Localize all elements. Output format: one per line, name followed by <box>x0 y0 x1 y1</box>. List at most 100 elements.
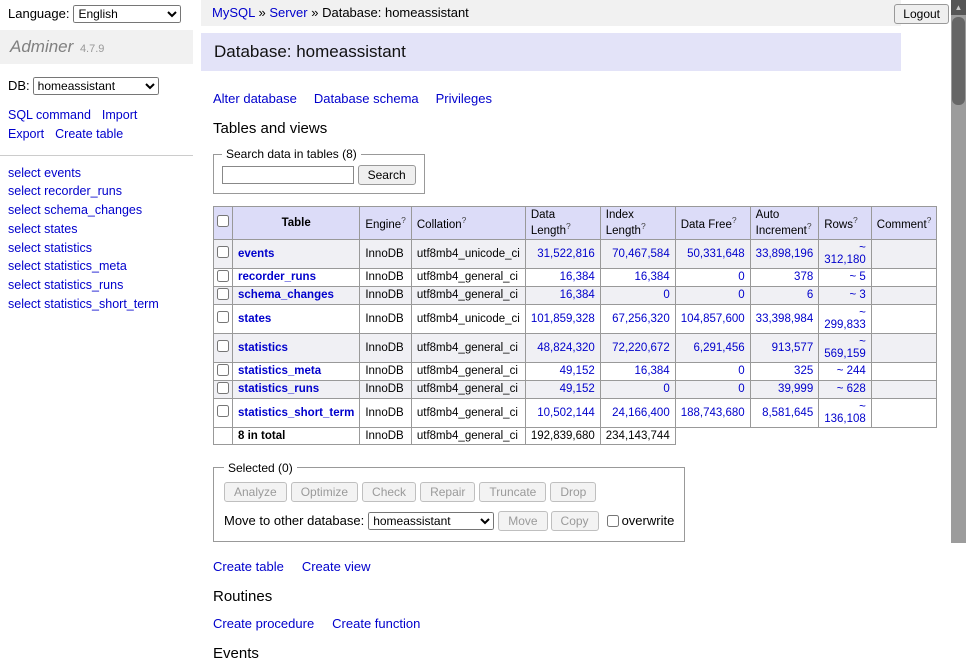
row-checkbox[interactable] <box>217 246 229 258</box>
row-checkbox[interactable] <box>217 382 229 394</box>
cell-data-length-link[interactable]: 10,502,144 <box>537 407 595 419</box>
nav-alter-database[interactable]: Alter database <box>213 91 297 106</box>
row-checkbox[interactable] <box>217 270 229 282</box>
row-checkbox[interactable] <box>217 288 229 300</box>
cell-auto-increment-link[interactable]: 8,581,645 <box>762 407 813 419</box>
cell-data-length-link[interactable]: 48,824,320 <box>537 342 595 354</box>
check-button[interactable]: Check <box>362 482 416 502</box>
cell-rows-link[interactable]: ~ 299,833 <box>824 307 866 331</box>
sidebar-link-select-statistics-runs[interactable]: select statistics_runs <box>8 276 185 295</box>
sidebar-link-select-statistics-meta[interactable]: select statistics_meta <box>8 257 185 276</box>
row-checkbox[interactable] <box>217 405 229 417</box>
cell-data-length-link[interactable]: 101,859,328 <box>531 313 595 325</box>
table-link-states[interactable]: states <box>238 313 271 325</box>
help-icon[interactable]: ? <box>853 215 858 225</box>
row-checkbox[interactable] <box>217 364 229 376</box>
cell-index-length-link[interactable]: 0 <box>663 289 669 301</box>
breadcrumb-server[interactable]: Server <box>269 5 307 20</box>
table-link-statistics-short-term[interactable]: statistics_short_term <box>238 407 354 419</box>
cell-auto-increment-link[interactable]: 39,999 <box>778 383 813 395</box>
cell-data-length-link[interactable]: 16,384 <box>560 271 595 283</box>
move-button[interactable]: Move <box>498 511 547 531</box>
cell-index-length-link[interactable]: 16,384 <box>635 271 670 283</box>
cell-index-length-link[interactable]: 24,166,400 <box>612 407 670 419</box>
sidebar-action-create-table[interactable]: Create table <box>55 127 123 141</box>
cell-auto-increment-link[interactable]: 913,577 <box>772 342 814 354</box>
link-create-table[interactable]: Create table <box>213 559 284 574</box>
analyze-button[interactable]: Analyze <box>224 482 287 502</box>
cell-data-length-link[interactable]: 16,384 <box>560 289 595 301</box>
cell-rows-link[interactable]: ~ 3 <box>849 289 865 301</box>
sidebar-link-select-statistics[interactable]: select statistics <box>8 239 185 258</box>
cell-data-free-link[interactable]: 0 <box>738 289 744 301</box>
row-checkbox[interactable] <box>217 311 229 323</box>
cell-auto-increment-link[interactable]: 378 <box>794 271 813 283</box>
move-db-select[interactable]: homeassistant <box>368 512 494 530</box>
cell-index-length-link[interactable]: 16,384 <box>635 365 670 377</box>
truncate-button[interactable]: Truncate <box>479 482 546 502</box>
cell-auto-increment-link[interactable]: 33,898,196 <box>756 248 814 260</box>
repair-button[interactable]: Repair <box>420 482 475 502</box>
cell-data-free-link[interactable]: 6,291,456 <box>694 342 745 354</box>
help-icon[interactable]: ? <box>807 221 812 231</box>
cell-index-length-link[interactable]: 72,220,672 <box>612 342 670 354</box>
cell-data-free-link[interactable]: 104,857,600 <box>681 313 745 325</box>
search-button[interactable]: Search <box>358 165 416 185</box>
cell-rows-link[interactable]: ~ 628 <box>837 383 866 395</box>
cell-auto-increment-link[interactable]: 33,398,984 <box>756 313 814 325</box>
overwrite-checkbox[interactable] <box>607 515 619 527</box>
cell-data-length-link[interactable]: 49,152 <box>560 365 595 377</box>
cell-rows-link[interactable]: ~ 312,180 <box>824 242 866 266</box>
cell-rows-link[interactable]: ~ 244 <box>837 365 866 377</box>
optimize-button[interactable]: Optimize <box>291 482 358 502</box>
help-icon[interactable]: ? <box>641 221 646 231</box>
cell-data-length-link[interactable]: 31,522,816 <box>537 248 595 260</box>
help-icon[interactable]: ? <box>401 215 406 225</box>
cell-rows-link[interactable]: ~ 5 <box>849 271 865 283</box>
sidebar-action-export[interactable]: Export <box>8 127 44 141</box>
link-create-procedure[interactable]: Create procedure <box>213 616 314 631</box>
table-link-statistics-meta[interactable]: statistics_meta <box>238 365 321 377</box>
table-link-statistics[interactable]: statistics <box>238 342 288 354</box>
cell-auto-increment-link[interactable]: 325 <box>794 365 813 377</box>
cell-data-free-link[interactable]: 0 <box>738 365 744 377</box>
link-create-function[interactable]: Create function <box>332 616 420 631</box>
cell-data-free-link[interactable]: 188,743,680 <box>681 407 745 419</box>
cell-index-length-link[interactable]: 0 <box>663 383 669 395</box>
help-icon[interactable]: ? <box>732 215 737 225</box>
cell-index-length-link[interactable]: 67,256,320 <box>612 313 670 325</box>
sidebar-link-select-events[interactable]: select events <box>8 164 185 183</box>
sidebar-link-select-recorder-runs[interactable]: select recorder_runs <box>8 182 185 201</box>
cell-data-free-link[interactable]: 50,331,648 <box>687 248 745 260</box>
sidebar-link-select-statistics-short-term[interactable]: select statistics_short_term <box>8 295 185 314</box>
sidebar-action-import[interactable]: Import <box>102 108 137 122</box>
help-icon[interactable]: ? <box>927 215 932 225</box>
drop-button[interactable]: Drop <box>550 482 596 502</box>
copy-button[interactable]: Copy <box>551 511 599 531</box>
help-icon[interactable]: ? <box>566 221 571 231</box>
nav-database-schema[interactable]: Database schema <box>314 91 419 106</box>
table-link-statistics-runs[interactable]: statistics_runs <box>238 383 319 395</box>
search-input[interactable] <box>222 166 354 184</box>
scrollbar-thumb[interactable] <box>952 17 965 105</box>
language-select[interactable]: English <box>73 5 181 23</box>
table-link-schema-changes[interactable]: schema_changes <box>238 289 334 301</box>
breadcrumb-mysql[interactable]: MySQL <box>212 5 255 20</box>
nav-privileges[interactable]: Privileges <box>436 91 492 106</box>
help-icon[interactable]: ? <box>462 215 467 225</box>
db-select[interactable]: homeassistant <box>33 77 159 95</box>
sidebar-link-select-schema-changes[interactable]: select schema_changes <box>8 201 185 220</box>
sidebar-link-select-states[interactable]: select states <box>8 220 185 239</box>
cell-data-free-link[interactable]: 0 <box>738 271 744 283</box>
select-all-checkbox[interactable] <box>217 215 229 227</box>
cell-rows-link[interactable]: ~ 136,108 <box>824 401 866 425</box>
logout-button[interactable]: Logout <box>894 4 949 24</box>
table-link-events[interactable]: events <box>238 248 274 260</box>
sidebar-action-sql-command[interactable]: SQL command <box>8 108 91 122</box>
cell-rows-link[interactable]: ~ 569,159 <box>824 336 866 360</box>
link-create-view[interactable]: Create view <box>302 559 371 574</box>
row-checkbox[interactable] <box>217 340 229 352</box>
cell-data-free-link[interactable]: 0 <box>738 383 744 395</box>
cell-index-length-link[interactable]: 70,467,584 <box>612 248 670 260</box>
cell-auto-increment-link[interactable]: 6 <box>807 289 813 301</box>
